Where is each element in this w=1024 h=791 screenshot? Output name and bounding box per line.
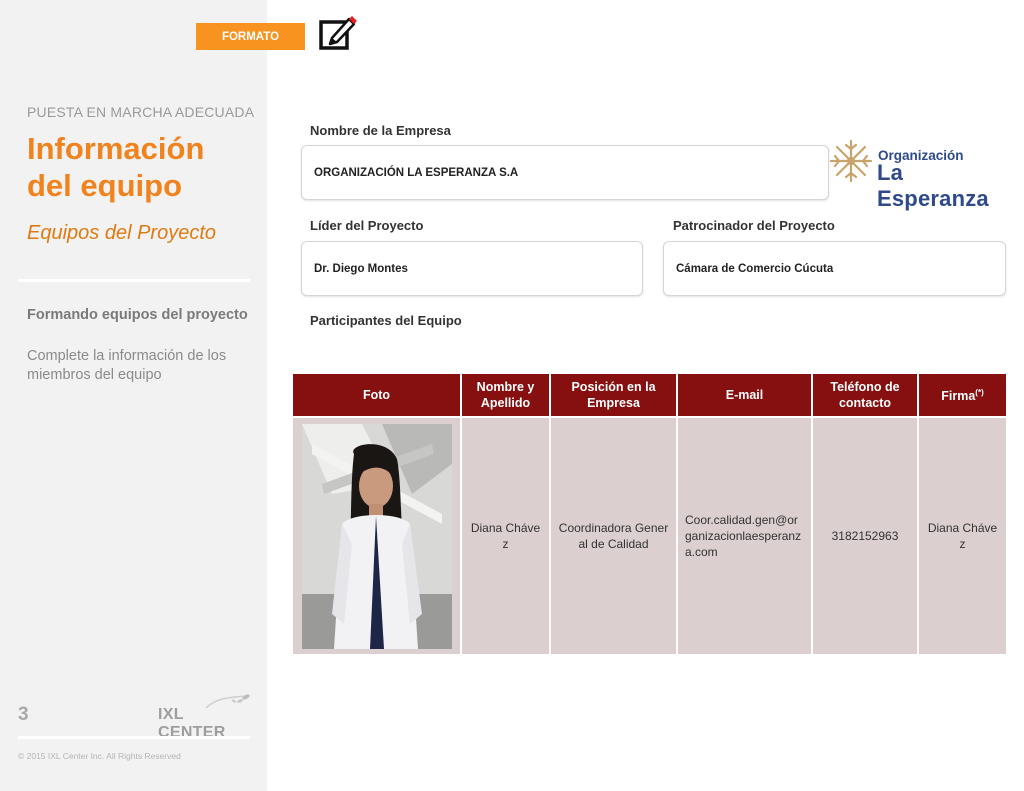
header-signature: Firma(*) — [919, 374, 1006, 416]
sidebar-divider — [18, 279, 250, 282]
photo-cell — [293, 418, 460, 654]
organization-logo: Organización La Esperanza — [828, 138, 1020, 211]
snowflake-logo-icon — [829, 139, 873, 183]
header-phone: Teléfono de contacto — [813, 374, 917, 416]
member-phone: 3182152963 — [813, 418, 917, 654]
section-heading: Formando equipos del proyecto — [27, 307, 248, 323]
member-photo[interactable] — [301, 423, 452, 649]
header-photo: Foto — [293, 374, 460, 416]
header-signature-label: Firma — [941, 389, 976, 404]
edit-icon[interactable] — [318, 12, 358, 52]
section-description: Complete la información de los miembros … — [27, 348, 227, 383]
table-row: Diana Chávez Coordinadora General de Cal… — [293, 418, 1006, 654]
ixl-center-logo: IXL CENTER — [158, 694, 250, 741]
logo-line2: La Esperanza — [877, 160, 989, 211]
sidebar-divider-bottom — [18, 736, 250, 739]
member-name: Diana Chávez — [462, 418, 549, 654]
participants-label: Participantes del Equipo — [310, 313, 462, 328]
leader-label: Líder del Proyecto — [310, 218, 424, 233]
company-field[interactable]: ORGANIZACIÓN LA ESPERANZA S.A — [301, 145, 829, 200]
slide: PUESTA EN MARCHA ADECUADA Información de… — [0, 0, 1024, 791]
page-subtitle: Equipos del Proyecto — [27, 222, 217, 244]
team-table: Foto Nombre y Apellido Posición en la Em… — [291, 372, 1008, 656]
header-position: Posición en la Empresa — [551, 374, 676, 416]
member-signature: Diana Chávez — [919, 418, 1006, 654]
leader-field[interactable]: Dr. Diego Montes — [301, 241, 643, 296]
header-signature-note: (*) — [975, 388, 984, 398]
header-name: Nombre y Apellido — [462, 374, 549, 416]
sidebar: PUESTA EN MARCHA ADECUADA Información de… — [0, 0, 267, 791]
page-number: 3 — [18, 704, 29, 725]
table-header-row: Foto Nombre y Apellido Posición en la Em… — [293, 374, 1006, 416]
company-label: Nombre de la Empresa — [310, 123, 451, 138]
sponsor-label: Patrocinador del Proyecto — [673, 218, 835, 233]
page-title: Información del equipo — [27, 131, 205, 203]
sidebar-kicker: PUESTA EN MARCHA ADECUADA — [27, 104, 255, 120]
header-email: E-mail — [678, 374, 811, 416]
member-email[interactable]: Coor.calidad.gen@organizacionlaesperanza… — [678, 418, 811, 654]
sponsor-field[interactable]: Cámara de Comercio Cúcuta — [663, 241, 1006, 296]
format-tag: FORMATO — [196, 23, 305, 50]
member-position: Coordinadora General de Calidad — [551, 418, 676, 654]
copyright: © 2015 IXL Center Inc. All Rights Reserv… — [18, 751, 181, 761]
